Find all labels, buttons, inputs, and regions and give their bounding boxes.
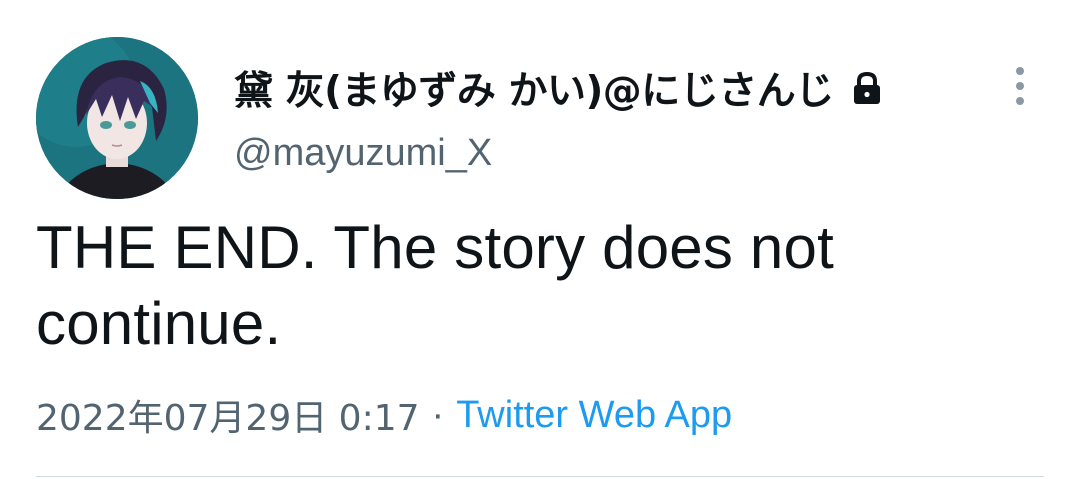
lock-icon	[848, 69, 886, 107]
author-name-row: 黛 灰(まゆずみ かい)@にじさんじ	[234, 60, 886, 116]
avatar-image	[36, 37, 198, 199]
tweet-text: THE END. The story does not continue.	[36, 214, 834, 357]
tweet-card: 黛 灰(まゆずみ かい)@にじさんじ @mayuzumi_X THE END. …	[0, 0, 1080, 479]
author-handle[interactable]: @mayuzumi_X	[234, 132, 492, 175]
avatar[interactable]	[36, 37, 198, 199]
tweet-source-link[interactable]: Twitter Web App	[456, 394, 732, 437]
tweet-meta: 2022年07月29日 0:17 · Twitter Web App	[36, 389, 732, 441]
author-display-name[interactable]: 黛 灰(まゆずみ かい)@にじさんじ	[234, 60, 834, 116]
tweet-timestamp[interactable]: 2022年07月29日 0:17	[36, 389, 420, 441]
divider	[36, 476, 1044, 477]
meta-separator: ·	[431, 393, 445, 436]
more-vertical-icon[interactable]	[1004, 62, 1036, 110]
